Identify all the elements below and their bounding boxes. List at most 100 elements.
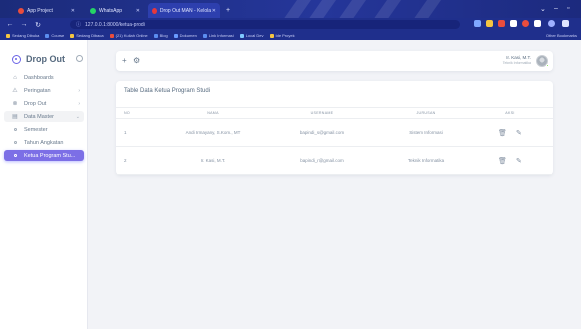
chevron-right-icon: › bbox=[78, 87, 80, 94]
user-role: Teknik Informatika bbox=[502, 61, 531, 65]
bookmark-item[interactable]: (21) Kuliah Online bbox=[109, 33, 148, 38]
bullet-icon bbox=[14, 128, 17, 131]
bookmarks-bar: Sedang Dibuka Course Sedang Dibaca (21) … bbox=[0, 31, 581, 40]
tab-label: Drop Out MAN - Kelola Prodi bbox=[159, 7, 212, 14]
topbar: + ⚙ Ir. Kasi, M.T. Teknik Informatika bbox=[116, 51, 553, 71]
reload-icon[interactable]: ↻ bbox=[34, 21, 42, 29]
table-card: Table Data Ketua Program Studi NO NAMA U… bbox=[116, 81, 553, 175]
bullet-icon bbox=[14, 154, 17, 157]
table-row: 2 Ir. Kasi, M.T. bapindi_r@gmail.com Tek… bbox=[116, 147, 553, 175]
table-header: NO NAMA USERNAME JURUSAN AKSI bbox=[116, 107, 553, 119]
close-icon[interactable]: ✕ bbox=[71, 8, 75, 14]
forward-icon[interactable]: → bbox=[20, 21, 28, 28]
cell-username: bapindi_r@gmail.com bbox=[300, 158, 344, 163]
tab-favicon-icon bbox=[90, 7, 96, 14]
cell-jurusan: Sistem Informasi bbox=[409, 130, 443, 135]
browser-tab-3[interactable]: Drop Out MAN - Kelola Prodi ✕ bbox=[148, 3, 220, 18]
sidebar-subitem-ketua-program-studi[interactable]: Ketua Program Stu... bbox=[4, 150, 84, 161]
sidebar-item-data-master[interactable]: ▤ Data Master ⌄ bbox=[4, 111, 84, 122]
browser-tab-bar: App Project ✕ WhatsApp ✕ Drop Out MAN - … bbox=[0, 0, 581, 18]
menu-icon[interactable] bbox=[562, 20, 569, 27]
extension-icon[interactable] bbox=[474, 20, 481, 27]
sidebar-item-dashboards[interactable]: ⌂ Dashboards bbox=[4, 72, 84, 83]
chevron-down-icon: ⌄ bbox=[75, 113, 80, 120]
sidebar-item-label: Data Master bbox=[24, 113, 54, 120]
column-header-no: NO bbox=[124, 111, 130, 115]
close-icon[interactable]: ✕ bbox=[212, 8, 216, 14]
tab-favicon-icon bbox=[152, 7, 157, 14]
close-icon[interactable]: ✕ bbox=[136, 8, 140, 14]
bookmark-item[interactable]: Course bbox=[45, 33, 64, 38]
plus-icon[interactable]: + bbox=[122, 56, 127, 65]
cell-no: 1 bbox=[124, 130, 127, 135]
extension-icon[interactable] bbox=[510, 20, 517, 27]
delete-icon[interactable]: 🗑 bbox=[498, 129, 507, 137]
cell-nama: Andi Irmayany, S.Kom., MT bbox=[185, 130, 241, 135]
bookmark-item[interactable]: Link Informasi bbox=[202, 33, 234, 38]
bookmark-item[interactable]: Blog bbox=[153, 33, 168, 38]
column-header-nama: NAMA bbox=[207, 111, 219, 115]
bookmark-item[interactable]: Sedang Dibaca bbox=[70, 33, 104, 38]
delete-icon[interactable]: 🗑 bbox=[498, 157, 507, 165]
extension-icon[interactable] bbox=[486, 20, 493, 27]
user-name: Ir. Kasi, M.T. bbox=[506, 55, 531, 60]
bookmark-item[interactable]: Sedang Dibuka bbox=[6, 33, 39, 38]
logo-icon bbox=[12, 54, 21, 64]
extension-icon[interactable] bbox=[498, 20, 505, 27]
home-icon: ⌂ bbox=[13, 74, 17, 81]
column-header-jurusan: JURUSAN bbox=[416, 111, 436, 115]
gear-icon[interactable]: ⚙ bbox=[133, 56, 140, 65]
sidebar-item-label: Peringatan bbox=[24, 87, 51, 94]
url-input[interactable]: ⓘ 127.0.0.1:8000/ketua-prodi bbox=[70, 20, 460, 29]
bookmark-item[interactable]: Ide Proyek bbox=[269, 33, 295, 38]
cell-no: 2 bbox=[124, 158, 127, 163]
tab-label: App Project bbox=[27, 7, 53, 14]
cell-username: bapindi_s@gmail.com bbox=[299, 130, 345, 135]
url-text: 127.0.0.1:8000/ketua-prodi bbox=[85, 21, 145, 28]
browser-tab-2[interactable]: WhatsApp ✕ bbox=[86, 3, 144, 18]
sidebar-item-label: Dashboards bbox=[24, 74, 54, 81]
database-icon: ▤ bbox=[12, 114, 18, 120]
sidebar-item-label: Tahun Angkatan bbox=[24, 139, 64, 146]
brand-title: Drop Out bbox=[26, 54, 65, 64]
sidebar: Drop Out ⌂ Dashboards ⚠ Peringatan › ⊗ D… bbox=[0, 40, 88, 329]
tab-label: WhatsApp bbox=[99, 7, 123, 14]
sidebar-menu: ⌂ Dashboards ⚠ Peringatan › ⊗ Drop Out ›… bbox=[4, 72, 84, 163]
bookmark-item[interactable]: Local Dev bbox=[239, 33, 264, 38]
extension-icon[interactable] bbox=[522, 20, 529, 27]
edit-icon[interactable]: ✎ bbox=[516, 157, 522, 165]
sidebar-subitem-semester[interactable]: Semester bbox=[4, 124, 84, 135]
chevron-right-icon: › bbox=[78, 100, 80, 107]
bookmark-item[interactable]: Dokumen bbox=[173, 33, 197, 38]
tab-favicon-icon bbox=[18, 7, 24, 14]
warning-icon: ⚠ bbox=[12, 88, 18, 94]
cell-jurusan: Teknik Informatika bbox=[407, 158, 445, 163]
profile-icon[interactable] bbox=[548, 20, 555, 27]
sidebar-item-peringatan[interactable]: ⚠ Peringatan › bbox=[4, 85, 84, 96]
new-tab-button[interactable]: + bbox=[222, 3, 232, 18]
other-bookmarks[interactable]: Other Bookmarks bbox=[546, 33, 577, 38]
brand[interactable]: Drop Out bbox=[12, 54, 65, 64]
bullet-icon bbox=[14, 141, 17, 144]
sidebar-toggle-icon[interactable] bbox=[76, 55, 83, 62]
back-icon[interactable]: ← bbox=[6, 21, 14, 28]
sidebar-panel-icon[interactable] bbox=[534, 20, 541, 27]
column-header-username: USERNAME bbox=[310, 111, 334, 115]
address-bar-row: ← → ↻ ⓘ 127.0.0.1:8000/ketua-prodi bbox=[0, 18, 581, 31]
column-header-aksi: AKSI bbox=[505, 111, 515, 115]
sidebar-item-drop-out[interactable]: ⊗ Drop Out › bbox=[4, 98, 84, 109]
edit-icon[interactable]: ✎ bbox=[516, 129, 522, 137]
sidebar-item-label: Drop Out bbox=[24, 100, 47, 107]
sidebar-item-label: Ketua Program Stu... bbox=[24, 152, 76, 159]
sidebar-item-label: Semester bbox=[24, 126, 48, 133]
sidebar-subitem-tahun-angkatan[interactable]: Tahun Angkatan bbox=[4, 137, 84, 148]
table-row: 1 Andi Irmayany, S.Kom., MT bapindi_s@gm… bbox=[116, 119, 553, 147]
minimize-icon[interactable]: – bbox=[554, 5, 558, 12]
dropout-icon: ⊗ bbox=[12, 101, 18, 107]
browser-tab-1[interactable]: App Project ✕ bbox=[14, 3, 79, 18]
online-status-icon bbox=[546, 64, 549, 67]
cell-nama: Ir. Kasi, M.T. bbox=[200, 158, 226, 163]
info-icon: ⓘ bbox=[76, 22, 82, 28]
chevron-down-icon[interactable]: ⌄ bbox=[540, 5, 546, 13]
maximize-icon[interactable]: ▫ bbox=[567, 5, 569, 12]
